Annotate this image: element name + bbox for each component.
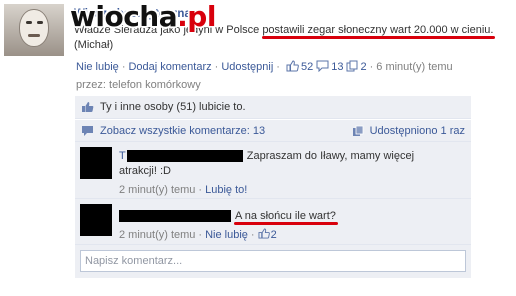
shares-count[interactable]: 2: [360, 61, 366, 73]
comment-meta: 2 minut(y) temu · Nie lubię · 2: [119, 227, 471, 243]
avatar-eye-right: [37, 21, 43, 24]
shared-group: Udostępniono 1 raz: [352, 125, 465, 137]
comment-body: A na słońcu ile wart? 2 minut(y) temu · Ni…: [119, 199, 471, 243]
commenter-name-redacted[interactable]: [119, 210, 231, 223]
commenter-avatar-redacted[interactable]: [80, 204, 112, 236]
feedback-box: Ty i inne osoby (51) lubicie to. Zobacz …: [75, 96, 471, 278]
avatar-face: [19, 9, 49, 47]
comment-body: T Zapraszam do Iławy, mamy więcej atrakcj…: [119, 142, 471, 198]
share-icon: [346, 60, 358, 72]
shared-count-link[interactable]: Udostępniono 1 raz: [370, 125, 465, 137]
likes-sentence[interactable]: Ty i inne osoby (51) lubicie to.: [100, 101, 246, 113]
comment-text: T Zapraszam do Iławy, mamy więcej atrakcj…: [119, 149, 471, 179]
separator-dot: ·: [214, 61, 219, 73]
commenter-name-redacted[interactable]: [126, 150, 243, 163]
separator-dot: ·: [198, 184, 203, 196]
unlike-link[interactable]: Nie lubię: [76, 61, 119, 73]
likes-sentence-row: Ty i inne osoby (51) lubicie to.: [75, 96, 471, 119]
comment-text-line2: atrakcji! :D: [119, 165, 171, 177]
post-text: Władze Sieradza jako jedyni w Polsce pos…: [74, 23, 510, 53]
share-link[interactable]: Udostępnij: [221, 61, 273, 73]
comment-item: A na słońcu ile wart? 2 minut(y) temu · Ni…: [75, 199, 471, 245]
separator-dot: ·: [369, 61, 374, 73]
see-all-group: Zobacz wszystkie komentarze: 13: [81, 125, 265, 137]
thumbs-up-icon: [82, 102, 94, 112]
post-text-start: Władze Sieradza jako jedyni w Polsce: [74, 24, 263, 36]
comments-icon: [82, 125, 93, 136]
page-name-link[interactable]: Wiedza bezużyteczna: [74, 8, 191, 22]
add-comment-link[interactable]: Dodaj komentarz: [128, 61, 211, 73]
post-text-highlight: postawili zegar słoneczny wart 20.000 w …: [262, 24, 494, 36]
comment-text: A na słońcu ile wart?: [119, 209, 471, 224]
thumbs-up-icon: [258, 228, 270, 239]
comment-likes-count[interactable]: 2: [271, 229, 277, 241]
comment-item: T Zapraszam do Iławy, mamy więcej atrakcj…: [75, 142, 471, 199]
thumbs-up-icon: [286, 60, 299, 72]
see-all-comments-link[interactable]: Zobacz wszystkie komentarze: 13: [100, 125, 265, 137]
comment-time: 2 minut(y) temu: [119, 229, 196, 241]
see-all-comments-row: Zobacz wszystkie komentarze: 13 Udostępn…: [75, 120, 471, 142]
page-avatar[interactable]: [4, 4, 64, 56]
comment-composer: [75, 245, 471, 278]
post-actions: Nie lubię · Dodaj komentarz · Udostępnij · 52 1…: [76, 58, 496, 94]
comments-count[interactable]: 13: [331, 61, 343, 73]
comment-time: 2 minut(y) temu: [119, 184, 196, 196]
separator-dot: ·: [198, 229, 203, 241]
separator-dot: ·: [276, 61, 280, 73]
separator-dot: ·: [121, 61, 126, 73]
comment-like-link[interactable]: Lubię to!: [205, 184, 247, 196]
likes-count[interactable]: 52: [301, 61, 313, 73]
avatar-eye-left: [26, 21, 32, 24]
post-author: (Michał): [74, 39, 114, 51]
comment-text-line1: Zapraszam do Iławy, mamy więcej: [246, 150, 415, 162]
commenter-name-prefix[interactable]: T: [119, 150, 126, 162]
comment-icon: [316, 60, 329, 72]
comment-text-line1: A na słońcu ile wart?: [235, 210, 336, 222]
post-via: przez: telefon komórkowy: [76, 79, 201, 91]
separator-dot: ·: [250, 229, 255, 241]
post-story: Wiedza bezużyteczna Władze Sieradza jako…: [74, 8, 510, 53]
commenter-avatar-redacted[interactable]: [80, 147, 112, 179]
avatar-mouth: [28, 34, 40, 37]
post-time: 6 minut(y) temu: [376, 61, 453, 73]
comment-meta: 2 minut(y) temu · Lubię to!: [119, 182, 471, 198]
comment-unlike-link[interactable]: Nie lubię: [205, 229, 248, 241]
comment-input[interactable]: [80, 250, 466, 272]
share-icon: [352, 125, 363, 136]
